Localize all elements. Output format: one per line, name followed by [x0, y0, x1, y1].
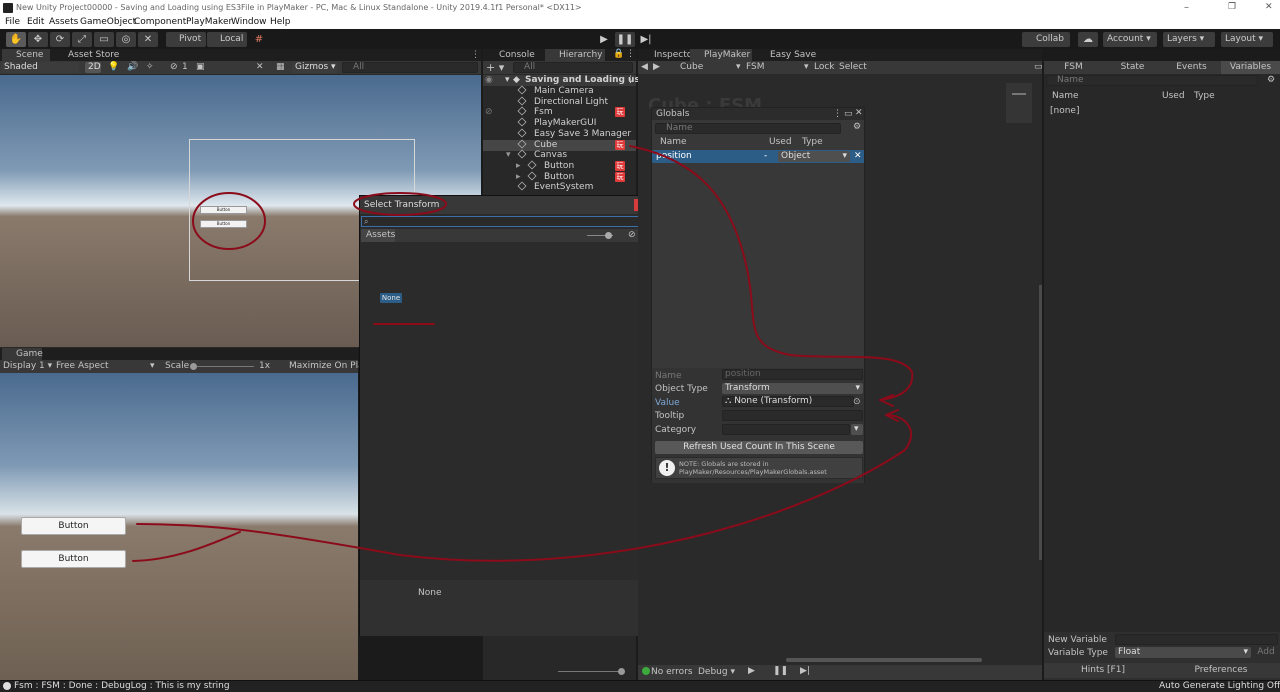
annotation-circle-scene-buttons — [192, 192, 266, 250]
annotation-arrow-cube — [629, 145, 914, 401]
annotation-circle-title — [353, 192, 447, 216]
annotation-arrowhead-1 — [879, 394, 894, 407]
annotation-arrow-buttons — [136, 414, 912, 562]
annotation-line-button2 — [132, 531, 241, 562]
annotation-overlay — [132, 145, 914, 562]
